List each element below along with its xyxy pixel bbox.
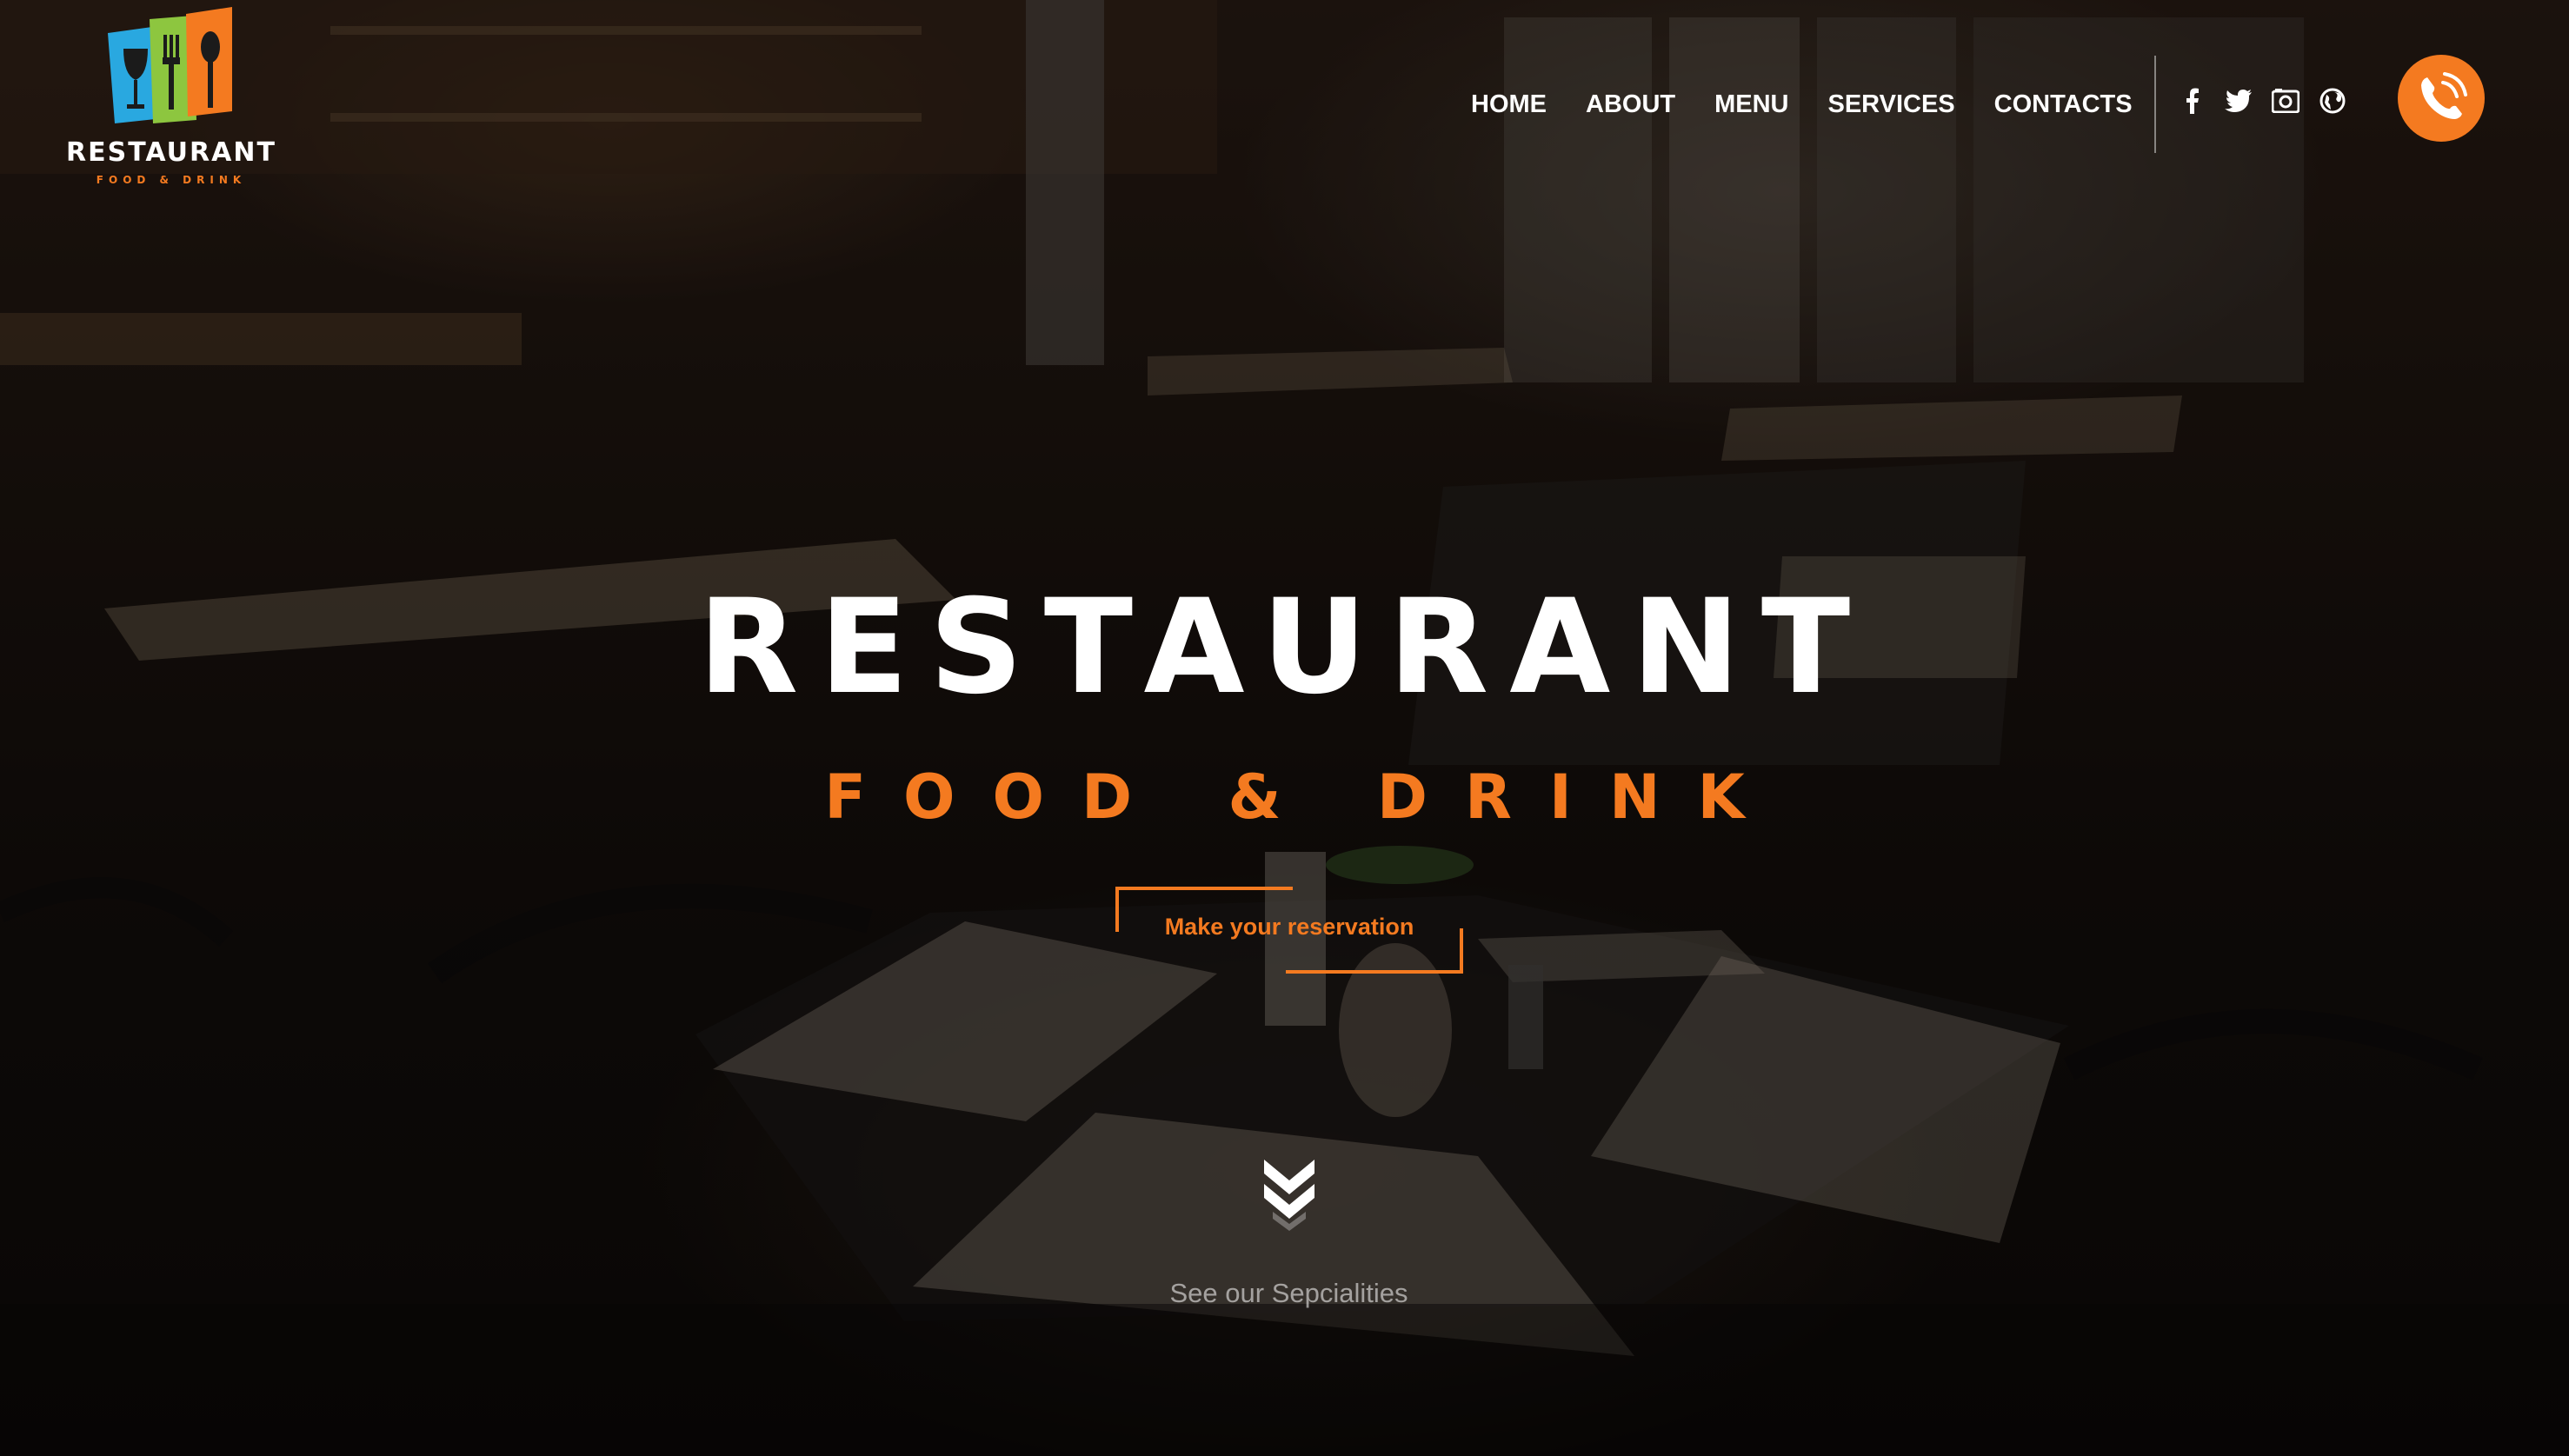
logo[interactable]: RESTAURANT FOOD & DRINK — [63, 7, 280, 186]
nav-item-menu[interactable]: MENU — [1714, 85, 1788, 123]
hero-section: RESTAURANT FOOD & DRINK HOME ABOUT MENU … — [0, 0, 2569, 1456]
main-nav: HOME ABOUT MENU SERVICES CONTACTS — [1471, 85, 2172, 123]
facebook-icon[interactable] — [2178, 87, 2206, 115]
double-chevron-down-icon[interactable] — [1259, 1154, 1320, 1233]
globe-icon[interactable] — [2319, 87, 2346, 115]
hero-title: RESTAURANT — [697, 572, 1872, 723]
phone-button[interactable] — [2398, 55, 2485, 142]
logo-name: RESTAURANT — [66, 137, 276, 168]
nav-divider — [2154, 56, 2156, 153]
hero-subtitle: FOOD & DRINK — [824, 761, 1782, 833]
make-reservation-button[interactable]: Make your reservation — [1115, 887, 1463, 974]
dark-overlay — [0, 0, 2569, 1456]
twitter-icon[interactable] — [2225, 87, 2253, 115]
phone-icon — [2421, 72, 2467, 119]
nav-item-services[interactable]: SERVICES — [1828, 85, 1955, 123]
logo-utensils-icon — [108, 7, 232, 123]
logo-tagline: FOOD & DRINK — [96, 174, 247, 186]
nav-item-home[interactable]: HOME — [1471, 85, 1547, 123]
instagram-icon[interactable] — [2272, 87, 2299, 115]
make-reservation-label: Make your reservation — [1164, 914, 1414, 940]
social-links — [2178, 87, 2346, 115]
nav-item-contacts[interactable]: CONTACTS — [1994, 85, 2133, 123]
see-specialities-link[interactable]: See our Sepcialities — [0, 1276, 2569, 1311]
nav-item-about[interactable]: ABOUT — [1586, 85, 1675, 123]
